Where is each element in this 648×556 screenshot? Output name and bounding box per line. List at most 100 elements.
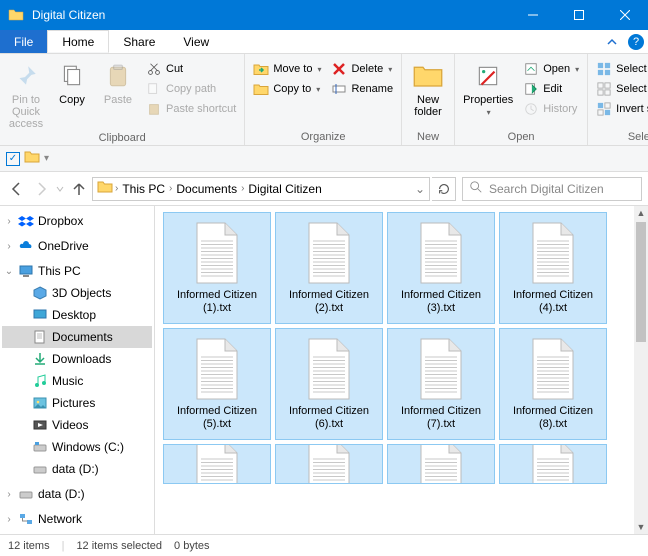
sidebar-item-videos[interactable]: Videos: [2, 414, 152, 436]
sidebar-item-dropbox[interactable]: ›Dropbox: [2, 210, 152, 232]
file-name: Informed Citizen (8).txt: [504, 405, 602, 431]
file-item[interactable]: Informed Citizen (5).txt: [163, 328, 271, 440]
vertical-scrollbar[interactable]: ▲ ▼: [634, 206, 648, 534]
sidebar-item-desktop[interactable]: Desktop: [2, 304, 152, 326]
rename-button[interactable]: Rename: [327, 80, 397, 98]
text-file-icon: [413, 221, 469, 285]
ribbon-group-new: New folder New: [402, 54, 455, 145]
file-item[interactable]: [163, 444, 271, 484]
chevron-down-icon: ▾: [317, 65, 321, 74]
file-item[interactable]: [275, 444, 383, 484]
select-none-icon: [596, 81, 612, 97]
scroll-up-arrow[interactable]: ▲: [634, 206, 648, 220]
maximize-button[interactable]: [556, 0, 602, 30]
file-item[interactable]: Informed Citizen (4).txt: [499, 212, 607, 324]
file-item[interactable]: Informed Citizen (2).txt: [275, 212, 383, 324]
search-box[interactable]: Search Digital Citizen: [462, 177, 642, 201]
folder-icon: [8, 7, 24, 23]
text-file-icon: [301, 453, 357, 484]
toggle-checkbox[interactable]: ✓: [6, 152, 20, 166]
drive-icon: [32, 439, 48, 455]
text-file-icon: [189, 221, 245, 285]
cut-button[interactable]: Cut: [142, 60, 240, 78]
tab-share[interactable]: Share: [109, 30, 169, 53]
sidebar-item-3dobjects[interactable]: 3D Objects: [2, 282, 152, 304]
move-to-button[interactable]: Move to▾: [249, 60, 325, 78]
pin-quick-access-button[interactable]: Pin to Quick access: [4, 56, 48, 130]
file-name: Informed Citizen (4).txt: [504, 289, 602, 315]
tab-home[interactable]: Home: [47, 30, 109, 53]
status-selected-count: 12 items selected: [76, 540, 162, 552]
help-button[interactable]: ?: [624, 30, 648, 53]
text-file-icon: [301, 337, 357, 401]
open-button[interactable]: Open▾: [519, 60, 583, 78]
sidebar-item-pictures[interactable]: Pictures: [2, 392, 152, 414]
minimize-button[interactable]: [510, 0, 556, 30]
sidebar-item-thispc[interactable]: ⌄This PC: [2, 260, 152, 282]
address-bar[interactable]: › This PC› Documents› Digital Citizen ⌄: [92, 177, 430, 201]
file-name: Informed Citizen (6).txt: [280, 405, 378, 431]
back-button[interactable]: [6, 178, 28, 200]
select-none-button[interactable]: Select none: [592, 80, 648, 98]
file-item[interactable]: Informed Citizen (6).txt: [275, 328, 383, 440]
chevron-down-icon[interactable]: ⌄: [415, 182, 425, 196]
file-item[interactable]: Informed Citizen (8).txt: [499, 328, 607, 440]
collapse-ribbon-button[interactable]: [600, 30, 624, 53]
ribbon-group-organize: Move to▾ Copy to▾ Delete▾ Rename Organiz…: [245, 54, 402, 145]
drive-icon: [18, 486, 34, 502]
copy-to-button[interactable]: Copy to▾: [249, 80, 325, 98]
close-button[interactable]: [602, 0, 648, 30]
file-item[interactable]: Informed Citizen (1).txt: [163, 212, 271, 324]
history-icon: [523, 101, 539, 117]
recent-locations-button[interactable]: [54, 178, 66, 200]
edit-button[interactable]: Edit: [519, 80, 583, 98]
folder-icon: [24, 149, 40, 168]
sidebar-item-documents[interactable]: Documents: [2, 326, 152, 348]
paste-button[interactable]: Paste: [96, 56, 140, 106]
documents-icon: [32, 329, 48, 345]
scroll-thumb[interactable]: [636, 222, 646, 342]
file-menu[interactable]: File: [0, 30, 47, 53]
status-item-count: 12 items: [8, 540, 50, 552]
select-all-icon: [596, 61, 612, 77]
new-folder-button[interactable]: New folder: [406, 56, 450, 118]
copy-path-button[interactable]: Copy path: [142, 80, 240, 98]
select-all-button[interactable]: Select all: [592, 60, 648, 78]
sidebar-item-music[interactable]: Music: [2, 370, 152, 392]
invert-icon: [596, 101, 612, 117]
up-button[interactable]: [68, 178, 90, 200]
history-button[interactable]: History: [519, 100, 583, 118]
forward-button[interactable]: [30, 178, 52, 200]
file-item[interactable]: Informed Citizen (3).txt: [387, 212, 495, 324]
breadcrumb-thispc[interactable]: This PC›: [120, 182, 174, 196]
navigation-tree: ›Dropbox ›OneDrive ⌄This PC 3D Objects D…: [0, 206, 155, 534]
scroll-down-arrow[interactable]: ▼: [634, 520, 648, 534]
sidebar-item-onedrive[interactable]: ›OneDrive: [2, 235, 152, 257]
sidebar-item-windows-c[interactable]: Windows (C:): [2, 436, 152, 458]
chevron-down-icon: ▾: [316, 85, 320, 94]
sidebar-item-data-d2[interactable]: ›data (D:): [2, 483, 152, 505]
paste-icon: [102, 60, 134, 92]
file-item[interactable]: [499, 444, 607, 484]
paste-shortcut-button[interactable]: Paste shortcut: [142, 100, 240, 118]
copy-button[interactable]: Copy: [50, 56, 94, 106]
sidebar-item-network[interactable]: ›Network: [2, 508, 152, 530]
properties-button[interactable]: Properties ▾: [459, 56, 517, 117]
tab-view[interactable]: View: [169, 30, 223, 53]
breadcrumb-current[interactable]: Digital Citizen: [246, 182, 323, 196]
file-item[interactable]: [387, 444, 495, 484]
files-view[interactable]: Informed Citizen (1).txtInformed Citizen…: [155, 206, 648, 534]
sidebar-item-downloads[interactable]: Downloads: [2, 348, 152, 370]
network-icon: [18, 511, 34, 527]
desktop-icon: [32, 307, 48, 323]
delete-button[interactable]: Delete▾: [327, 60, 397, 78]
invert-selection-button[interactable]: Invert selection: [592, 100, 648, 118]
text-file-icon: [189, 453, 245, 484]
breadcrumb-documents[interactable]: Documents›: [174, 182, 246, 196]
refresh-button[interactable]: [432, 177, 456, 201]
copy-path-icon: [146, 81, 162, 97]
chevron-down-icon: ▾: [487, 108, 491, 117]
sidebar-item-data-d1[interactable]: data (D:): [2, 458, 152, 480]
file-item[interactable]: Informed Citizen (7).txt: [387, 328, 495, 440]
text-file-icon: [413, 337, 469, 401]
